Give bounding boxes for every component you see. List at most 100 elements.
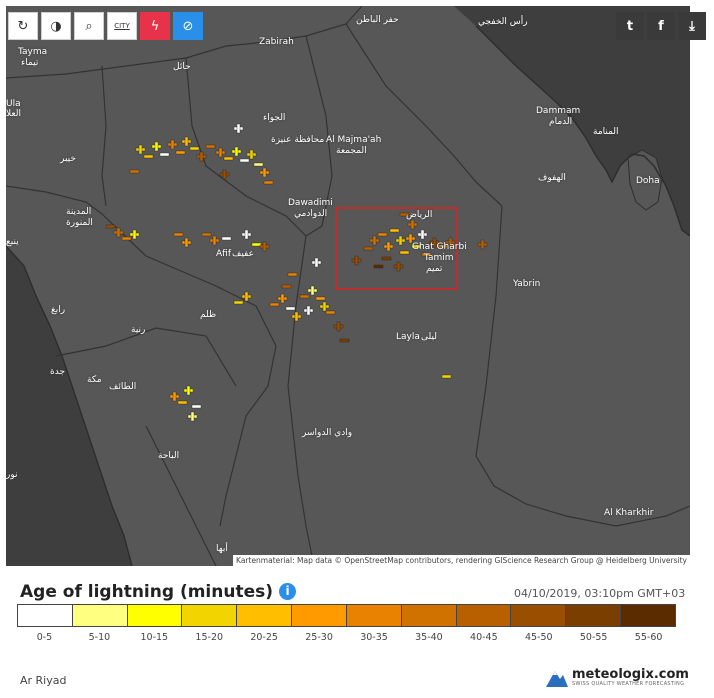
lightning-strike xyxy=(441,374,452,379)
legend-swatch-10-15 xyxy=(127,605,183,626)
legend-tick-15-20: 15-20 xyxy=(195,632,224,643)
red-sea xyxy=(6,246,132,566)
legend-tick-labels: 0-5 5-10 10-15 15-20 20-25 25-30 30-35 35-40 40-… xyxy=(17,632,676,643)
map-label: تيماء xyxy=(21,58,39,68)
lightning-strike xyxy=(417,229,428,240)
map-label: المدينة xyxy=(66,207,92,217)
map-label: Dawadimi xyxy=(288,198,333,208)
lightning-strike xyxy=(285,306,296,311)
brand-tagline: SWISS QUALITY WEATHER FORECASTING xyxy=(572,681,685,687)
lightning-strike xyxy=(299,294,310,299)
lightning-button[interactable]: ϟ xyxy=(140,12,170,40)
lightning-strike xyxy=(369,235,380,246)
lightning-strike xyxy=(177,400,188,405)
lightning-strike xyxy=(151,141,162,152)
zoom-button[interactable]: ⌕ xyxy=(74,12,104,40)
lightning-strike xyxy=(175,150,186,155)
lightning-strike xyxy=(129,169,140,174)
map-label: Al Kharkhir xyxy=(604,508,654,518)
lightning-strike xyxy=(281,284,292,289)
map-label: نور xyxy=(6,470,18,480)
lightning-strike xyxy=(223,156,234,161)
download-icon: ⤓ xyxy=(689,18,695,34)
brand-logo[interactable]: meteologix.com SWISS QUALITY WEATHER FOR… xyxy=(546,668,689,687)
lightning-strike xyxy=(233,123,244,134)
lightning-strike xyxy=(221,236,232,241)
twitter-icon: t xyxy=(626,18,634,34)
globe-button[interactable]: ◑ xyxy=(41,12,71,40)
map-label: وادي الدواسر xyxy=(302,428,353,438)
lightning-strike xyxy=(201,232,212,237)
lightning-strike xyxy=(259,167,270,178)
lightning-strike xyxy=(181,237,192,248)
map-label: المنامة xyxy=(593,127,619,137)
lightning-strike xyxy=(191,404,202,409)
lightning-strike xyxy=(269,302,280,307)
lightning-strike xyxy=(407,219,418,230)
lightning-strike xyxy=(187,411,198,422)
map-label: Ghat Gharbi xyxy=(412,242,467,252)
legend-tick-40-45: 40-45 xyxy=(470,632,498,643)
legend-tick-45-50: 45-50 xyxy=(524,632,553,643)
legend-title: Age of lightning (minutes) xyxy=(20,582,273,602)
lightning-strike xyxy=(263,180,274,185)
map-label: الهفوف xyxy=(538,173,566,183)
lightning-strike xyxy=(383,241,394,252)
map-label: العلا xyxy=(6,109,21,119)
map-label: حفر الباطن xyxy=(356,15,399,25)
legend-title-row: Age of lightning (minutes) i xyxy=(20,582,296,602)
lightning-strike xyxy=(351,255,362,266)
lightning-strike xyxy=(183,385,194,396)
map-label: خيبر xyxy=(60,154,76,164)
map-label: رأس الخفجي xyxy=(478,17,528,27)
info-icon[interactable]: i xyxy=(279,583,296,600)
lightning-strike xyxy=(143,154,154,159)
legend-tick-55-60: 55-60 xyxy=(634,632,663,643)
twitter-button[interactable]: t xyxy=(616,12,644,40)
satellite-button[interactable]: ⊘ xyxy=(173,12,203,40)
legend-swatch-25-30 xyxy=(292,605,347,626)
lightning-strike xyxy=(477,239,488,250)
legend-tick-25-30: 25-30 xyxy=(305,632,333,643)
lightning-strike xyxy=(121,236,132,241)
lightning-strike xyxy=(339,338,350,343)
lightning-strike xyxy=(196,151,207,162)
map-label: ليلى xyxy=(421,332,437,342)
download-button[interactable]: ⤓ xyxy=(678,12,706,40)
map-label: رنية xyxy=(131,325,146,335)
legend-swatch-55-60 xyxy=(621,605,675,626)
lightning-strike xyxy=(135,144,146,155)
map-label: ينبع xyxy=(6,237,19,247)
lightning-strike xyxy=(277,293,288,304)
lightning-strike xyxy=(251,242,262,247)
legend-swatch-35-40 xyxy=(401,605,457,626)
refresh-button[interactable]: ↻ xyxy=(8,12,38,40)
lightning-strike xyxy=(303,305,314,316)
mountain-icon xyxy=(546,670,568,687)
share-toolbar: t f ⤓ xyxy=(616,12,706,40)
legend-swatch-0-5 xyxy=(18,605,73,626)
legend-swatch-20-25 xyxy=(237,605,293,626)
map-attribution[interactable]: Kartenmaterial: Map data © OpenStreetMap… xyxy=(233,555,690,566)
map-label: رابغ xyxy=(51,305,66,315)
lightning-strike xyxy=(287,272,298,277)
lightning-strike xyxy=(377,232,388,237)
map-label: تميم xyxy=(426,264,443,274)
map-toolbar: ↻ ◑ ⌕ CITY ϟ ⊘ xyxy=(8,12,203,40)
lightning-strike xyxy=(169,391,180,402)
lightning-strike xyxy=(189,146,200,151)
map-label: Ula xyxy=(6,99,21,109)
map-label: محافظة عنيزة xyxy=(271,135,325,145)
lightning-map[interactable]: رأس الخفجي حفر الباطن Zabirah Tayma تيماء حائ… xyxy=(6,6,690,566)
lightning-strike xyxy=(205,144,216,149)
facebook-button[interactable]: f xyxy=(647,12,675,40)
map-label: Doha xyxy=(636,176,660,186)
map-label: الرياض xyxy=(406,210,433,220)
map-label: عفيف xyxy=(232,249,254,259)
city-labels-button[interactable]: CITY xyxy=(107,12,137,40)
lightning-strike xyxy=(381,256,392,261)
legend-tick-5-10: 5-10 xyxy=(88,632,111,643)
legend-swatch-45-50 xyxy=(511,605,567,626)
map-label: الجواء xyxy=(263,113,286,123)
legend-tick-10-15: 10-15 xyxy=(140,632,169,643)
